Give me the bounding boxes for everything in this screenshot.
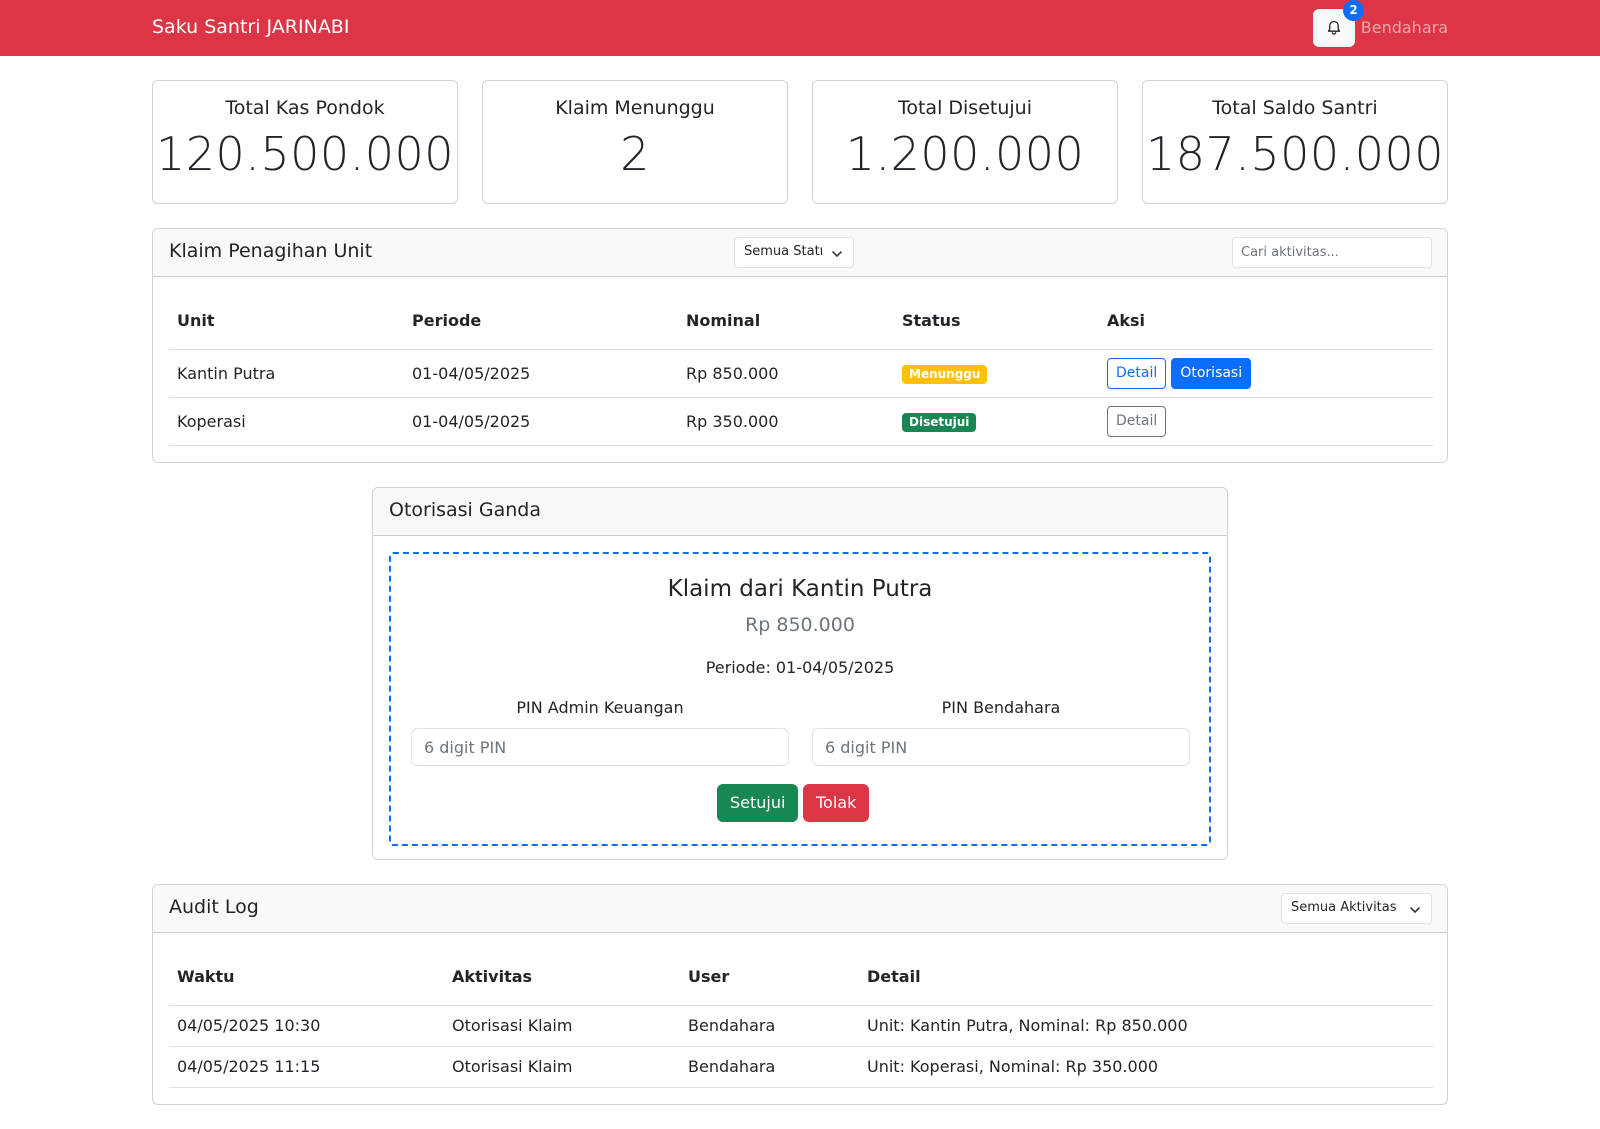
claims-table-header: Unit Periode Nominal Status Aksi	[169, 293, 1433, 350]
detail-cell: Unit: Kantin Putra, Nominal: Rp 850.000	[859, 1005, 1433, 1047]
authorization-panel: Klaim dari Kantin Putra Rp 850.000 Perio…	[389, 552, 1211, 846]
stat-card-total-kas: Total Kas Pondok 120.500.000	[152, 80, 458, 204]
table-row: Kantin Putra 01-04/05/2025 Rp 850.000 Me…	[169, 349, 1433, 398]
column-header-nominal: Nominal	[678, 293, 894, 350]
audit-log-title: Audit Log	[169, 896, 259, 918]
claims-title: Klaim Penagihan Unit	[169, 240, 373, 262]
detail-cell: Unit: Koperasi, Nominal: Rp 350.000	[859, 1046, 1433, 1088]
action-cell: Detail Otorisasi	[1099, 349, 1433, 398]
detail-button[interactable]: Detail	[1107, 357, 1167, 389]
column-header-aksi: Aksi	[1099, 293, 1433, 350]
pin-admin-label: PIN Admin Keuangan	[516, 698, 684, 717]
stat-card-total-disetujui: Total Disetujui 1.200.000	[812, 80, 1118, 204]
status-badge: Disetujui	[902, 412, 977, 432]
reject-button[interactable]: Tolak	[803, 784, 870, 822]
period-cell: 01-04/05/2025	[404, 397, 678, 446]
column-header-unit: Unit	[169, 293, 404, 350]
unit-cell: Kantin Putra	[169, 349, 404, 398]
period-cell: 01-04/05/2025	[404, 349, 678, 398]
audit-log-card-header: Audit Log Semua Aktivitas	[153, 885, 1447, 933]
stat-value: 187.500.000	[1145, 127, 1445, 181]
column-header-aktivitas: Aktivitas	[444, 949, 680, 1006]
claim-amount: Rp 850.000	[745, 614, 855, 636]
user-cell: Bendahara	[680, 1005, 859, 1047]
status-cell: Disetujui	[894, 397, 1099, 446]
stat-value: 1.200.000	[845, 127, 1085, 181]
claims-card-header: Klaim Penagihan Unit Semua Statı	[153, 229, 1447, 277]
pin-treasurer-input[interactable]	[812, 728, 1190, 766]
status-cell: Menunggu	[894, 349, 1099, 398]
status-badge: Menunggu	[902, 364, 988, 384]
claim-period: Periode: 01-04/05/2025	[705, 658, 895, 677]
user-menu[interactable]: Bendahara	[1361, 18, 1448, 37]
column-header-user: User	[680, 949, 859, 1006]
claims-card: Klaim Penagihan Unit Semua Statı Unit Pe…	[152, 228, 1448, 463]
stat-title: Total Disetujui	[897, 97, 1032, 119]
approve-button[interactable]: Setujui	[717, 784, 799, 822]
bell-icon	[1327, 20, 1341, 35]
chevron-down-icon	[1410, 907, 1420, 913]
navbar: Saku Santri JARINABI 2 Bendahara	[0, 0, 1600, 56]
column-header-waktu: Waktu	[169, 949, 444, 1006]
pin-admin-input[interactable]	[411, 728, 789, 766]
stat-value: 2	[620, 127, 650, 181]
stat-card-klaim-menunggu: Klaim Menunggu 2	[482, 80, 788, 204]
time-cell: 04/05/2025 10:30	[169, 1005, 444, 1047]
detail-button[interactable]: Detail	[1107, 405, 1167, 437]
authorize-button[interactable]: Otorisasi	[1171, 357, 1252, 389]
activity-cell: Otorisasi Klaim	[444, 1046, 680, 1088]
column-header-periode: Periode	[404, 293, 678, 350]
table-row: 04/05/2025 10:30 Otorisasi Klaim Bendaha…	[169, 1005, 1433, 1047]
action-cell: Detail	[1099, 397, 1433, 446]
authorization-title: Otorisasi Ganda	[389, 499, 541, 521]
pin-treasurer-label: PIN Bendahara	[941, 698, 1061, 717]
status-filter-value: Semua Statı	[744, 244, 824, 259]
user-cell: Bendahara	[680, 1046, 859, 1088]
column-header-detail: Detail	[859, 949, 1433, 1006]
activity-cell: Otorisasi Klaim	[444, 1005, 680, 1047]
column-header-status: Status	[894, 293, 1099, 350]
amount-cell: Rp 850.000	[678, 349, 894, 398]
stat-value: 120.500.000	[155, 127, 455, 181]
audit-log-card: Audit Log Semua Aktivitas Waktu Aktivita…	[152, 884, 1448, 1105]
unit-cell: Koperasi	[169, 397, 404, 446]
audit-log-table-header: Waktu Aktivitas User Detail	[169, 949, 1433, 1006]
authorization-card: Otorisasi Ganda Klaim dari Kantin Putra …	[372, 487, 1228, 860]
claims-table: Unit Periode Nominal Status Aksi Kantin …	[169, 293, 1433, 446]
time-cell: 04/05/2025 11:15	[169, 1046, 444, 1088]
stat-card-total-saldo: Total Saldo Santri 187.500.000	[1142, 80, 1448, 204]
search-input[interactable]	[1232, 237, 1432, 268]
status-filter-select[interactable]: Semua Statı	[734, 237, 854, 268]
authorization-card-header: Otorisasi Ganda	[373, 488, 1227, 536]
activity-filter-select[interactable]: Semua Aktivitas	[1281, 893, 1432, 924]
claim-title: Klaim dari Kantin Putra	[667, 576, 933, 602]
stat-title: Klaim Menunggu	[555, 97, 715, 119]
chevron-down-icon	[832, 251, 842, 257]
amount-cell: Rp 350.000	[678, 397, 894, 446]
table-row: Koperasi 01-04/05/2025 Rp 350.000 Disetu…	[169, 397, 1433, 446]
activity-filter-value: Semua Aktivitas	[1291, 900, 1397, 915]
audit-log-table: Waktu Aktivitas User Detail 04/05/2025 1…	[169, 949, 1433, 1088]
table-row: 04/05/2025 11:15 Otorisasi Klaim Bendaha…	[169, 1046, 1433, 1088]
stat-title: Total Kas Pondok	[225, 97, 385, 119]
stat-title: Total Saldo Santri	[1212, 97, 1378, 119]
app-brand[interactable]: Saku Santri JARINABI	[152, 16, 349, 38]
